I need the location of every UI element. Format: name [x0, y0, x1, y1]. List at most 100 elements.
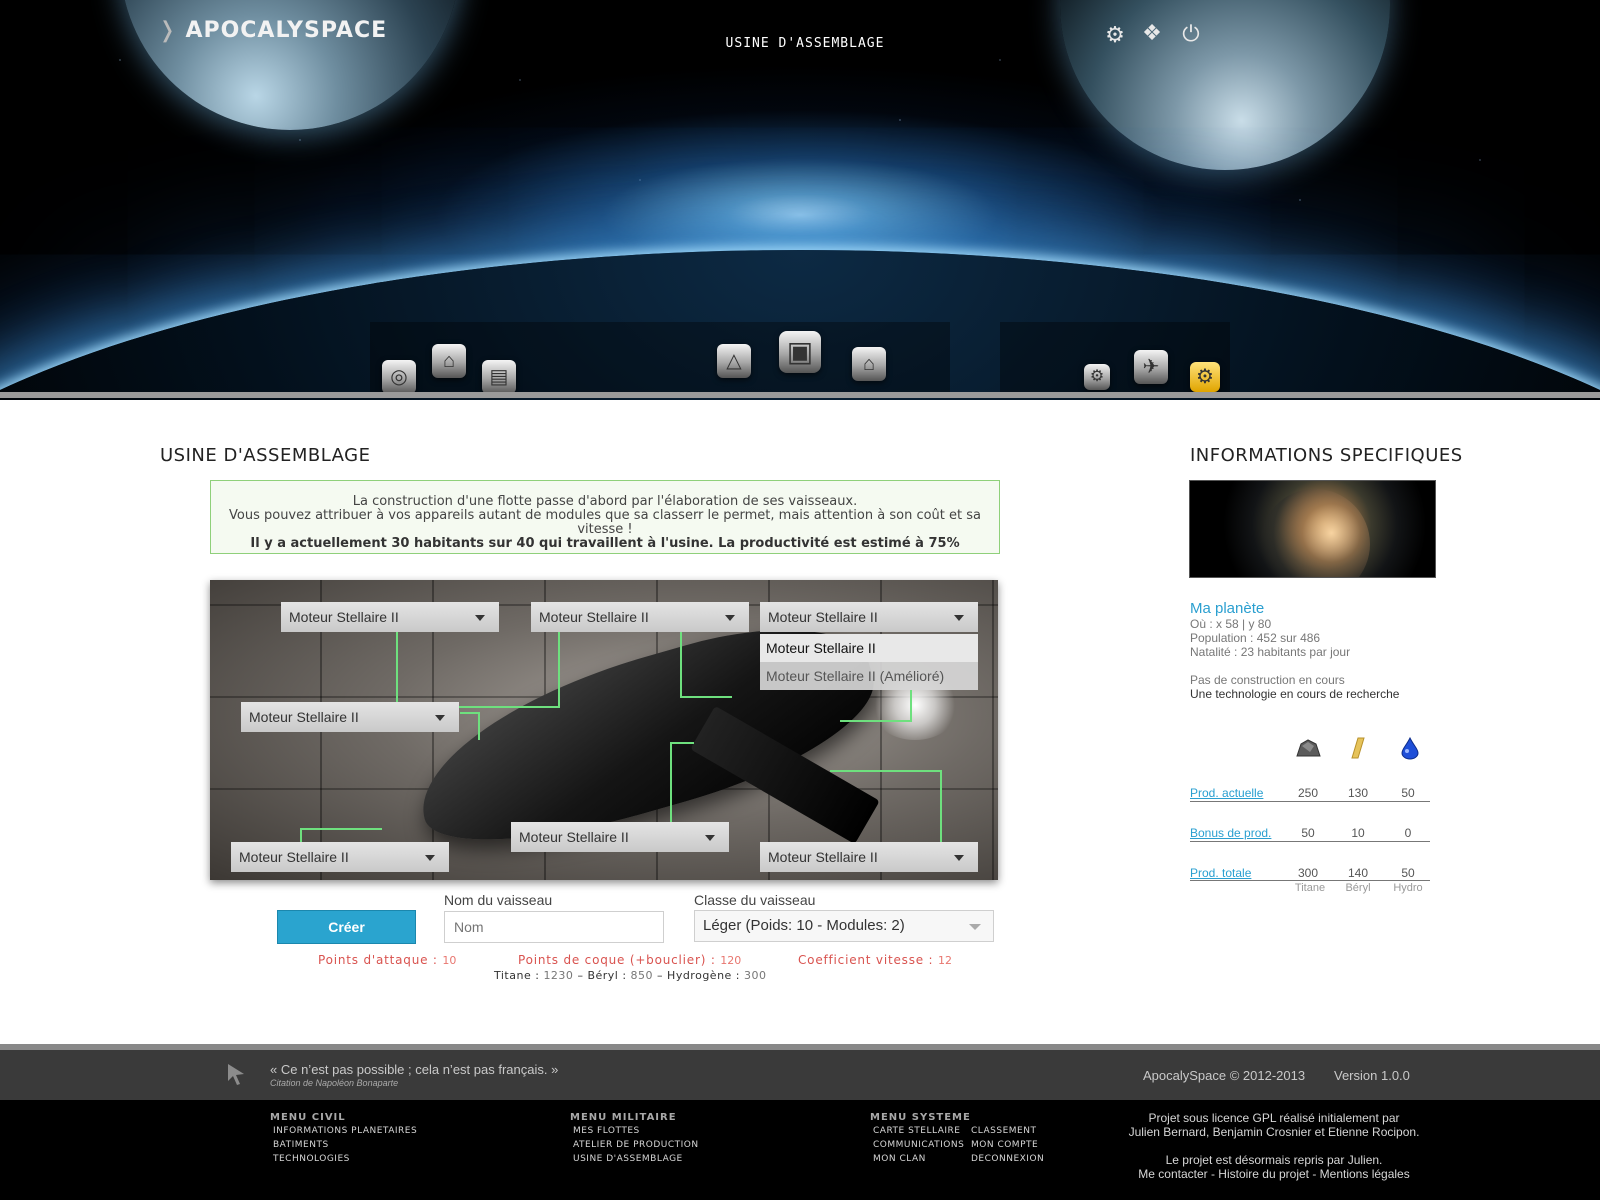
menu-militaire-title: MENU MILITAIRE [570, 1112, 677, 1123]
credits-line-3: Le projet est désormais repris par Julie… [1165, 1153, 1383, 1167]
planet-location: Où : x 58 | y 80 [1190, 617, 1272, 631]
footer-link-atelier[interactable]: ATELIER DE PRODUCTION [573, 1140, 699, 1150]
module-dropdown-list: Moteur Stellaire II Moteur Stellaire II … [760, 634, 978, 690]
connector-wire [830, 770, 942, 842]
connector-wire [670, 742, 694, 824]
planet-name-link[interactable]: Ma planète [1190, 600, 1264, 617]
hull-stat-value: 120 [720, 954, 742, 967]
row-label-prod-totale[interactable]: Prod. totale [1190, 866, 1251, 880]
ship-name-input[interactable] [444, 911, 664, 943]
footer-link-mon-clan[interactable]: MON CLAN [873, 1154, 926, 1164]
total-beryl: 140 [1347, 866, 1369, 880]
class-label: Classe du vaisseau [694, 892, 816, 908]
row-label-bonus[interactable]: Bonus de prod. [1190, 826, 1271, 840]
footer-link-carte-stellaire[interactable]: CARTE STELLAIRE [873, 1126, 960, 1136]
bonus-hydro: 0 [1404, 826, 1412, 840]
footer-link-mes-flottes[interactable]: MES FLOTTES [573, 1126, 640, 1136]
module-slot-label: Moteur Stellaire II [239, 849, 349, 865]
total-titane: 300 [1297, 866, 1319, 880]
factory-icon[interactable]: ▤ [482, 360, 516, 394]
attack-stat-label: Points d'attaque : [318, 953, 438, 967]
sidebar-title: INFORMATIONS SPECIFIQUES [1190, 445, 1463, 466]
module-slot-1[interactable]: Moteur Stellaire II [281, 602, 499, 632]
intro-line-1: La construction d'une flotte passe d'abo… [352, 494, 858, 509]
footer-link-classement[interactable]: CLASSEMENT [971, 1126, 1036, 1136]
module-slot-2[interactable]: Moteur Stellaire II [531, 602, 749, 632]
cost-hydro-value: 300 [744, 969, 767, 982]
connector-wire [460, 712, 480, 740]
caret-down-icon [705, 835, 715, 841]
flask-icon[interactable]: △ [717, 344, 751, 378]
footer-link-communications[interactable]: COMMUNICATIONS [873, 1140, 964, 1150]
module-slot-label: Moteur Stellaire II [539, 609, 649, 625]
credits-line-1: Projet sous licence GPL réalisé initiale… [1148, 1111, 1400, 1125]
brand-logo[interactable]: ❭ APOCALYSPACE [158, 18, 387, 43]
spaceship-icon[interactable]: ✈ [1134, 350, 1168, 384]
cost-titane-value: 1230 [543, 969, 574, 982]
power-icon[interactable]: ⏻ [1178, 21, 1204, 47]
bonus-titane: 50 [1301, 826, 1315, 840]
resource-name-titane: Titane [1294, 882, 1326, 894]
module-slot-label: Moteur Stellaire II [289, 609, 399, 625]
caret-down-icon [969, 924, 981, 930]
cost-beryl-label: Béryl : [587, 969, 627, 982]
settings-icon[interactable]: ⚙ [1190, 362, 1220, 392]
connector-wire [396, 630, 560, 708]
caret-down-icon [435, 715, 445, 721]
total-hydro: 50 [1401, 866, 1415, 880]
construction-status: Pas de construction en cours [1190, 673, 1345, 687]
hull-stat: Points de coque (+bouclier) : 120 [518, 953, 741, 967]
cube-icon[interactable]: ▣ [779, 331, 821, 373]
dropdown-option[interactable]: Moteur Stellaire II [760, 634, 978, 662]
prod-actuelle-titane: 250 [1297, 786, 1319, 800]
cost-hydro-label: Hydrogène : [667, 969, 741, 982]
hydro-drop-icon [1396, 736, 1424, 760]
ship-cost: Titane : 1230 – Béryl : 850 – Hydrogène … [494, 969, 767, 982]
footer-link-mon-compte[interactable]: MON COMPTE [971, 1140, 1038, 1150]
module-slot-label: Moteur Stellaire II [768, 849, 878, 865]
satellite-icon[interactable]: ⌂ [432, 344, 466, 378]
footer-link-technologies[interactable]: TECHNOLOGIES [273, 1154, 350, 1164]
row-label-prod-actuelle[interactable]: Prod. actuelle [1190, 786, 1263, 800]
brand-name: APOCALYSPACE [185, 18, 388, 43]
house-icon[interactable]: ⌂ [852, 347, 886, 381]
intro-notice: La construction d'une flotte passe d'abo… [210, 480, 1000, 554]
globe-icon[interactable]: ◎ [382, 360, 416, 394]
header-banner: ❭ APOCALYSPACE USINE D'ASSEMBLAGE ⚙ ❖ ⏻ ◎… [0, 0, 1600, 400]
footer-quote: « Ce n’est pas possible ; cela n’est pas… [270, 1062, 559, 1077]
beryl-ingot-icon [1344, 736, 1372, 760]
prod-actuelle-beryl: 130 [1347, 786, 1369, 800]
intro-line-2: Vous pouvez attribuer à vos appareils au… [229, 508, 981, 537]
cost-separator: – [577, 969, 584, 982]
intro-line-3: Il y a actuellement 30 habitants sur 40 … [250, 536, 960, 551]
credits-line-2: Julien Bernard, Benjamin Crosnier et Eti… [1128, 1125, 1420, 1139]
resource-name-beryl: Béryl [1345, 882, 1371, 894]
footer-quote-source: Citation de Napoléon Bonaparte [270, 1078, 399, 1088]
gear-icon[interactable]: ⚙ [1084, 364, 1110, 390]
dropdown-option[interactable]: Moteur Stellaire II (Amélioré) [760, 662, 978, 690]
chevron-right-icon: ❭ [158, 18, 178, 43]
footer-link-infos-planetaires[interactable]: INFORMATIONS PLANETAIRES [273, 1126, 417, 1136]
connector-wire [840, 690, 912, 722]
gift-icon[interactable]: ❖ [1139, 20, 1165, 46]
credits-links[interactable]: Me contacter - Histoire du projet - Ment… [1114, 1167, 1434, 1181]
footer-link-deconnexion[interactable]: DECONNEXION [971, 1154, 1044, 1164]
page-title: USINE D'ASSEMBLAGE [160, 445, 371, 466]
footer-link-batiments[interactable]: BATIMENTS [273, 1140, 329, 1150]
caret-down-icon [725, 615, 735, 621]
create-button[interactable]: Créer [277, 910, 416, 944]
gears-icon[interactable]: ⚙ [1102, 22, 1128, 48]
hull-stat-label: Points de coque (+bouclier) : [518, 953, 716, 967]
module-slot-5[interactable]: Moteur Stellaire II [511, 822, 729, 852]
module-slot-4[interactable]: Moteur Stellaire II [241, 702, 459, 732]
caret-down-icon [425, 855, 435, 861]
module-slot-7[interactable]: Moteur Stellaire II [760, 842, 978, 872]
module-slot-6[interactable]: Moteur Stellaire II [231, 842, 449, 872]
cost-beryl-value: 850 [630, 969, 654, 982]
ship-class-select[interactable]: Léger (Poids: 10 - Modules: 2) [694, 910, 994, 942]
footer-link-usine[interactable]: USINE D'ASSEMBLAGE [573, 1154, 683, 1164]
footer-version: Version 1.0.0 [1334, 1068, 1410, 1083]
module-slot-3[interactable]: Moteur Stellaire II [760, 602, 978, 632]
module-slot-label: Moteur Stellaire II [768, 609, 878, 625]
caret-down-icon [475, 615, 485, 621]
